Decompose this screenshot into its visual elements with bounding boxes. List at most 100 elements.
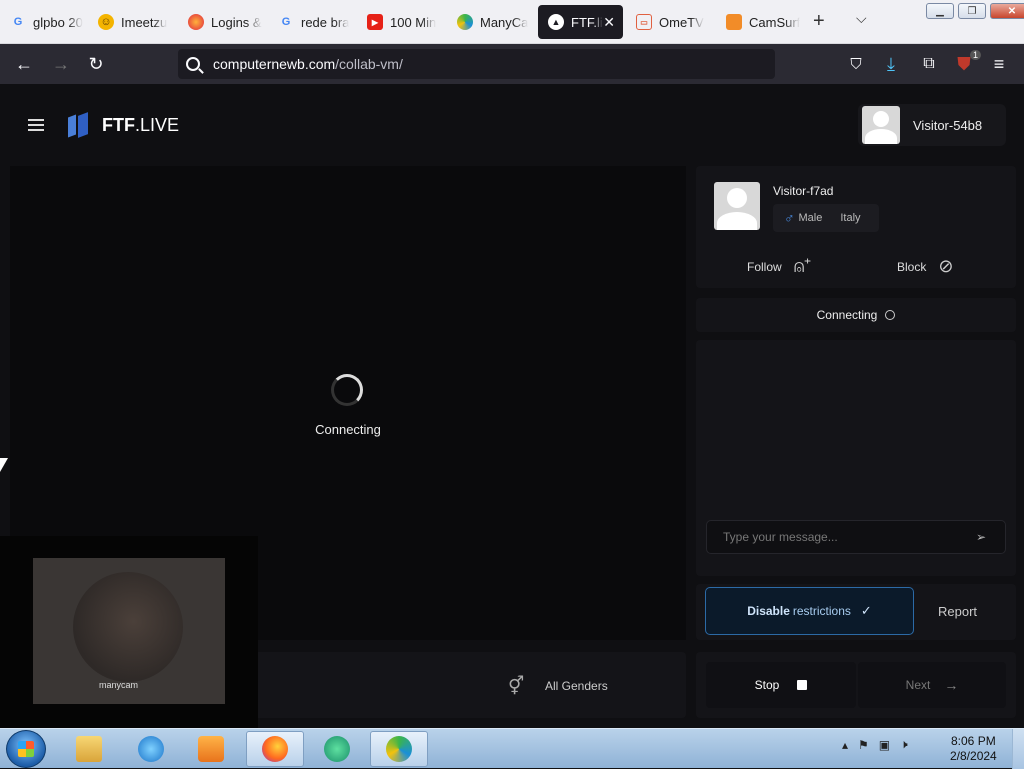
camsurf-icon (726, 14, 742, 30)
explorer-taskbar-button[interactable] (60, 731, 118, 767)
forward-icon[interactable]: → (50, 53, 72, 75)
tab-ometv[interactable]: ▭ OmeTV (626, 5, 712, 39)
logo-mark-icon (68, 112, 90, 138)
partner-country: Italy (840, 212, 861, 224)
google-icon: G (13, 16, 23, 28)
logo-text: FTF.LIVE (102, 114, 180, 135)
gender-icon: ⚥ (508, 676, 525, 696)
send-icon[interactable]: ➢ (976, 530, 986, 544)
firefox-icon (262, 736, 288, 762)
clock-time: 8:06 PM (951, 734, 996, 748)
chat-app-icon (324, 736, 350, 762)
ftf-icon: ▲ (548, 14, 564, 30)
loading-spinner-icon (331, 374, 363, 406)
folder-icon (76, 736, 102, 762)
tab-logins[interactable]: Logins & (178, 5, 264, 39)
chat-controls: Stop Next → (696, 652, 1016, 718)
pocket-icon[interactable]: ⛉ (845, 53, 867, 75)
manycam-watermark: manycam (99, 680, 139, 690)
message-input[interactable] (706, 520, 1006, 554)
status-text: Connecting (816, 308, 878, 322)
manycam-taskbar-button[interactable] (370, 731, 428, 767)
user-menu[interactable]: Visitor-54b8 (858, 104, 1006, 146)
report-button[interactable]: Report (938, 604, 977, 619)
close-tab-icon[interactable]: ✕ (603, 14, 615, 31)
menu-icon[interactable]: ≡ (988, 53, 1010, 75)
stop-label: Stop (754, 678, 780, 692)
reload-icon[interactable]: ↻ (85, 53, 107, 75)
tab-label: CamSurf (749, 14, 801, 30)
firefox-taskbar-button[interactable] (246, 731, 304, 767)
back-icon[interactable]: ← (13, 53, 35, 75)
block-button[interactable]: Block ⊘ (897, 256, 953, 277)
connection-status: Connecting (696, 298, 1016, 332)
ometv-icon: ▭ (636, 14, 652, 30)
mouse-cursor-icon (0, 458, 8, 472)
extension-badge: 1 (969, 50, 981, 60)
emoji-icon: ☺ (98, 14, 114, 30)
stop-button[interactable]: Stop (706, 662, 856, 708)
ie-taskbar-button[interactable] (122, 731, 180, 767)
follow-button[interactable]: Follow ⍝⁺ (747, 256, 811, 277)
manycam-icon (457, 14, 473, 30)
tab-glpbo[interactable]: G glpbo 20 (0, 5, 86, 39)
site-logo[interactable]: FTF.LIVE (68, 112, 179, 138)
tab-rede[interactable]: G rede bra (268, 5, 354, 39)
partner-gender: Male (798, 212, 823, 224)
block-label: Block (897, 259, 927, 274)
status-spinner-icon (885, 310, 896, 320)
tab-imeetzu[interactable]: ☺ Imeetzu (88, 5, 174, 39)
avatar (862, 106, 900, 144)
tab-ftf-live[interactable]: ▲ FTF.li ✕ (538, 5, 623, 39)
app-taskbar-button[interactable] (308, 731, 366, 767)
video-connecting-label: Connecting (315, 422, 381, 437)
close-window-icon[interactable]: ✕ (990, 3, 1024, 19)
address-bar[interactable]: computernewb.com/collab-vm/ (178, 49, 775, 79)
browser-navbar: ← → ↻ computernewb.com/collab-vm/ ⛉ ⤓ ⧉ … (0, 44, 1024, 84)
partner-name: Visitor-f7ad (773, 184, 834, 198)
show-desktop-button[interactable] (1012, 729, 1024, 769)
gender-filter[interactable]: ⚥ All Genders (508, 676, 608, 696)
tab-label: Logins & (211, 14, 262, 30)
start-button[interactable] (6, 730, 46, 768)
windows-logo-icon (18, 741, 34, 757)
partner-meta: ♂ Male Italy (773, 204, 879, 232)
url-text: computernewb.com/collab-vm/ (213, 56, 403, 72)
extensions-icon[interactable]: ⧉ (918, 53, 940, 75)
arrow-right-icon: → (944, 677, 959, 693)
tab-label: rede bra (301, 14, 350, 30)
stop-icon (797, 680, 808, 690)
next-label: Next (905, 678, 931, 692)
media-player-taskbar-button[interactable] (182, 731, 240, 767)
youtube-icon: ▶ (367, 14, 383, 30)
site-header: FTF.LIVE Visitor-54b8 (0, 84, 1024, 164)
tray-expand-icon[interactable]: ▴ (842, 738, 848, 752)
tab-label: 100 Min (390, 14, 437, 30)
hamburger-icon[interactable] (28, 119, 44, 131)
ublock-icon[interactable]: ⛊ 1 (953, 50, 981, 75)
system-clock[interactable]: 8:06 PM 2/8/2024 (950, 734, 997, 764)
self-camera-feed: manycam (33, 558, 225, 704)
disable-restrictions-button[interactable]: Disable restrictions ✓ (705, 587, 914, 635)
manycam-icon (386, 736, 412, 762)
chevron-down-icon[interactable]: ⌵ (856, 10, 867, 27)
network-icon[interactable]: ▣ (879, 738, 890, 752)
tab-youtube[interactable]: ▶ 100 Min (357, 5, 443, 39)
restore-icon[interactable]: ❐ (958, 3, 986, 19)
tab-label: ManyCa (480, 14, 529, 30)
action-center-flag-icon[interactable]: ⚑ (858, 738, 869, 752)
add-user-icon: ⍝⁺ (793, 256, 811, 276)
volume-muted-icon[interactable]: 🕨 (900, 737, 908, 752)
search-icon (186, 57, 200, 71)
download-icon[interactable]: ⤓ (880, 53, 902, 75)
tab-manycam[interactable]: ManyCa (447, 5, 533, 39)
male-icon: ♂ (784, 210, 795, 226)
windows-taskbar: ▴ ⚑ ▣ 🕨 8:06 PM 2/8/2024 (0, 728, 1024, 769)
next-button[interactable]: Next → (858, 662, 1006, 708)
minimize-icon[interactable]: ▁ (926, 3, 954, 19)
internet-explorer-icon (138, 736, 164, 762)
new-tab-icon[interactable]: + (813, 10, 825, 33)
browser-tab-strip: G glpbo 20 ☺ Imeetzu Logins & G rede bra… (0, 0, 1024, 44)
tab-camsurf[interactable]: CamSurf (716, 5, 802, 39)
tab-label: FTF.li (571, 14, 603, 30)
